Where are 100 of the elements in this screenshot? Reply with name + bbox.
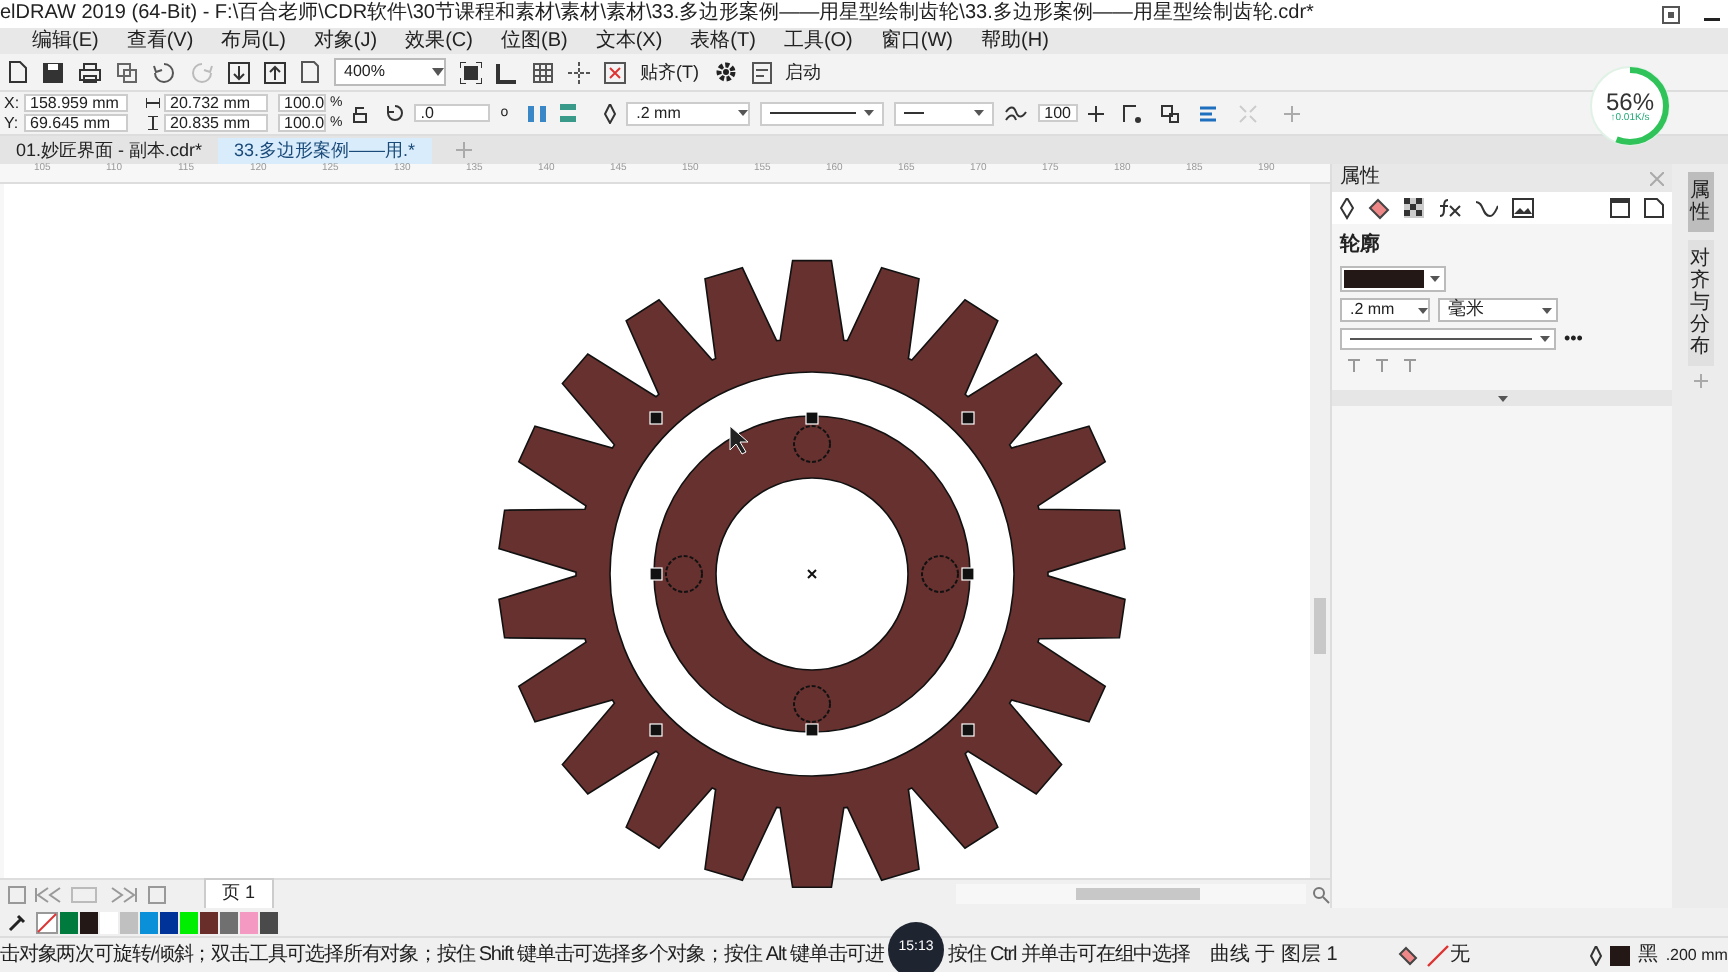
input-field[interactable]: 20.835 mm	[164, 114, 268, 132]
color-swatch[interactable]	[220, 911, 240, 933]
new-document-icon[interactable]	[8, 60, 28, 84]
pen-nib-icon[interactable]	[1340, 197, 1354, 219]
color-swatch[interactable]	[160, 911, 180, 933]
input-field[interactable]: 100	[1038, 104, 1079, 122]
menu-item[interactable]: 对象(J)	[313, 31, 378, 51]
color-swatch[interactable]	[180, 911, 200, 933]
color-swatch[interactable]	[100, 911, 120, 933]
menu-item[interactable]: 位图(B)	[500, 31, 568, 51]
color-swatch[interactable]	[60, 911, 80, 933]
print-icon[interactable]	[78, 61, 102, 83]
selection-handle[interactable]	[805, 723, 819, 737]
outline-width-dropdown[interactable]: .2 mm	[626, 101, 751, 125]
zoom-dropdown[interactable]: 400%	[334, 58, 446, 86]
selection-handle[interactable]	[805, 411, 819, 425]
undo-icon[interactable]	[152, 61, 176, 83]
page-icon[interactable]	[1644, 198, 1664, 218]
color-swatch[interactable]	[140, 911, 160, 933]
snap-dropdown[interactable]: 贴齐(T)	[640, 63, 699, 81]
menu-item[interactable]: 帮助(H)	[981, 31, 1049, 51]
lock-ratio-icon[interactable]	[352, 103, 369, 123]
guidelines-icon[interactable]	[568, 61, 590, 83]
more-button[interactable]: •••	[1564, 330, 1583, 348]
field-label: X:	[4, 95, 20, 111]
color-swatch[interactable]	[120, 911, 140, 933]
rotation-handle[interactable]	[793, 425, 831, 463]
scrollbar-thumb[interactable]	[1076, 888, 1200, 900]
grid-icon[interactable]	[532, 61, 554, 83]
menu-item[interactable]: 文本(X)	[595, 31, 663, 51]
frame-icon[interactable]	[1610, 198, 1630, 218]
rulers-icon[interactable]	[496, 61, 518, 83]
import-arrow-icon[interactable]	[228, 61, 250, 83]
menu-item[interactable]: 工具(O)	[783, 31, 853, 51]
input-field[interactable]: 158.959 mm	[24, 94, 128, 112]
mirror-horizontal-icon[interactable]	[526, 103, 549, 123]
color-swatch[interactable]	[200, 911, 220, 933]
color-swatch[interactable]	[240, 911, 260, 933]
image-icon[interactable]	[1512, 198, 1534, 218]
rotation-handle[interactable]	[793, 685, 831, 723]
selection-handle[interactable]	[961, 567, 975, 581]
horizontal-scrollbar[interactable]	[956, 884, 1306, 904]
mirror-vertical-icon[interactable]	[558, 102, 579, 124]
side-tab[interactable]: 属性	[1687, 172, 1713, 232]
input-field[interactable]: 100.0	[278, 114, 326, 132]
plus-icon[interactable]	[1088, 105, 1105, 121]
selection-handle[interactable]	[649, 411, 663, 425]
input-field[interactable]: 20.732 mm	[164, 94, 268, 112]
line-style-dropdown[interactable]	[760, 101, 885, 125]
caret-icon	[1542, 307, 1552, 313]
curve-icon[interactable]	[1476, 198, 1498, 218]
no-color-swatch[interactable]	[36, 911, 58, 933]
import-icon[interactable]	[116, 61, 138, 83]
menu-item[interactable]: 布局(L)	[221, 31, 286, 51]
page-tab[interactable]: 页 1	[204, 878, 274, 910]
scrollbar-thumb[interactable]	[1314, 598, 1326, 654]
fill-bucket-icon	[1397, 945, 1418, 965]
export-arrow-icon[interactable]	[264, 61, 286, 83]
menu-item[interactable]: 效果(C)	[405, 31, 473, 51]
menu-item[interactable]: 编辑(E)	[32, 31, 99, 51]
eyedropper-icon[interactable]	[8, 913, 26, 931]
rotation-handle[interactable]	[921, 555, 959, 593]
menu-item[interactable]: 查看(V)	[126, 31, 194, 51]
launch-dropdown[interactable]: 启动	[785, 63, 821, 81]
window-icon[interactable]	[1662, 5, 1680, 23]
settings-icon[interactable]	[713, 60, 737, 84]
outline-label: 黑	[1637, 942, 1658, 970]
arrowhead-dropdown[interactable]	[894, 101, 995, 125]
selection-handle[interactable]	[649, 567, 663, 581]
side-tab[interactable]: 对齐与分布	[1687, 240, 1713, 366]
fullscreen-icon[interactable]	[460, 61, 482, 83]
align-icon[interactable]	[1198, 103, 1221, 123]
zoom-icon[interactable]	[1312, 885, 1330, 903]
menu-item[interactable]: 表格(T)	[690, 31, 756, 51]
node-tool-icon[interactable]	[1122, 103, 1143, 123]
selection-handle[interactable]	[961, 411, 975, 425]
paint-bucket-icon[interactable]	[1368, 197, 1390, 219]
input-field[interactable]: 100.0	[278, 94, 326, 112]
launch-icon[interactable]	[751, 61, 771, 83]
shape-icon[interactable]	[1160, 103, 1181, 123]
color-swatch[interactable]	[80, 911, 100, 933]
document-tab[interactable]: 33.多边形案例——用.*	[218, 138, 432, 164]
color-dropdown[interactable]	[1340, 266, 1446, 292]
menu-item[interactable]: 窗口(W)	[880, 31, 954, 51]
outline-swatch	[1609, 945, 1630, 965]
input-field[interactable]: 69.645 mm	[24, 114, 128, 132]
object-info: 曲线 于 图层 1	[1209, 941, 1338, 970]
save-icon[interactable]	[42, 61, 64, 83]
snap-off-icon[interactable]	[604, 61, 626, 83]
unit-dropdown[interactable]: 毫米	[1438, 298, 1558, 322]
line-style-dropdown[interactable]	[1340, 328, 1556, 350]
selection-handle[interactable]	[961, 723, 975, 737]
input-field[interactable]: .0	[414, 104, 491, 122]
pdf-icon[interactable]	[300, 60, 320, 84]
width-dropdown[interactable]: .2 mm	[1340, 298, 1430, 322]
rotation-handle[interactable]	[665, 555, 703, 593]
fx-icon[interactable]	[1438, 198, 1462, 218]
selection-handle[interactable]	[649, 723, 663, 737]
color-swatch[interactable]	[260, 911, 280, 933]
checker-pattern-icon[interactable]	[1404, 198, 1424, 218]
